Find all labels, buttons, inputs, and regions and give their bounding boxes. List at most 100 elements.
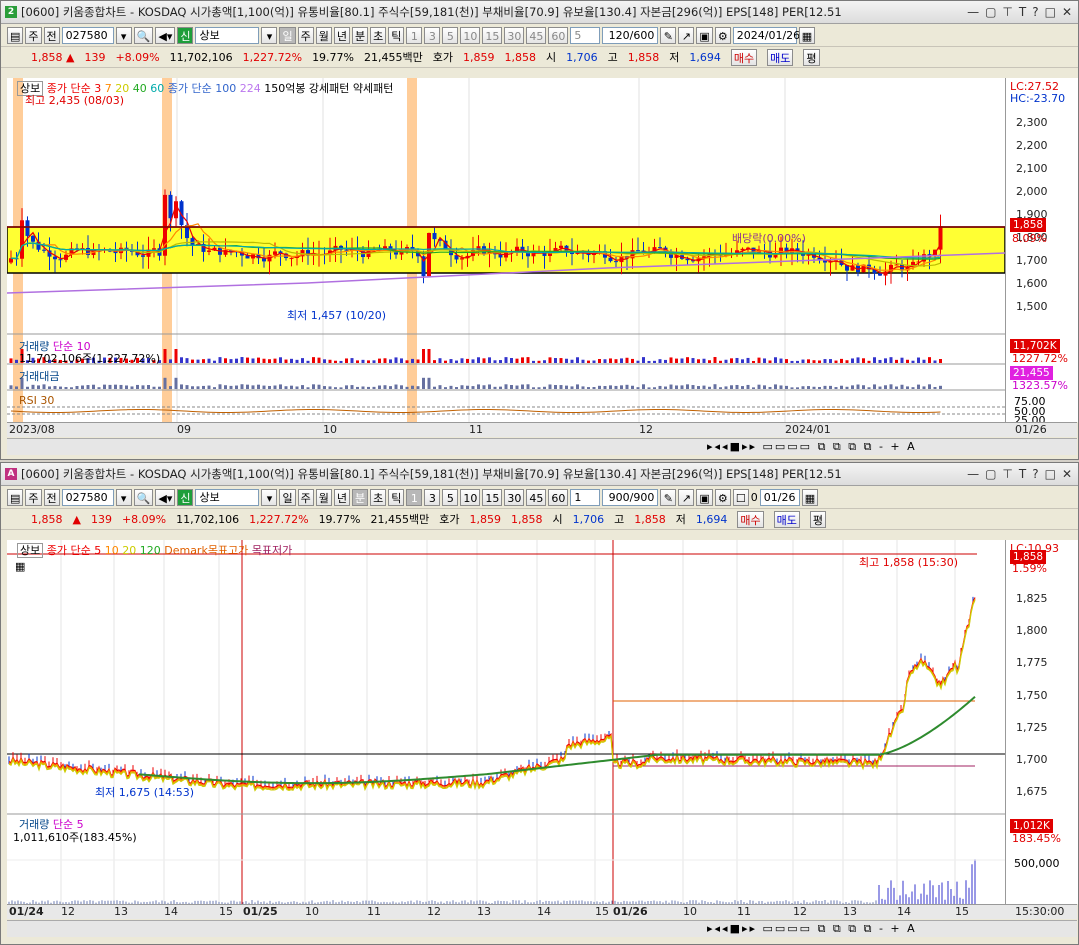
font-icon[interactable]: T (1019, 5, 1026, 19)
tools-icon[interactable]: ✎ (660, 26, 677, 44)
interval-30[interactable]: 30 (504, 488, 525, 506)
settings-icon[interactable]: ⚙ (714, 26, 731, 44)
interval-15[interactable]: 15 (482, 488, 503, 506)
period-year[interactable]: 년 (333, 488, 350, 506)
interval-60[interactable]: 60 (548, 26, 569, 44)
font-icon[interactable]: T (1019, 467, 1026, 481)
interval-10[interactable]: 10 (460, 488, 481, 506)
tools-icon[interactable]: ✎ (660, 488, 677, 506)
period-year[interactable]: 년 (333, 26, 350, 44)
restore-icon[interactable]: ▢ (985, 467, 996, 481)
option-checkbox[interactable]: ☐ (732, 488, 749, 506)
interval-input[interactable]: 5 (570, 26, 601, 44)
maximize-icon[interactable]: □ (1045, 467, 1056, 481)
stock-name-field[interactable]: 상보 (195, 488, 260, 506)
count-input[interactable]: 900/900 (602, 488, 659, 506)
interval-3[interactable]: 3 (424, 488, 441, 506)
pin-icon[interactable]: ⊤ (1002, 467, 1012, 481)
period-week[interactable]: 주 (297, 488, 314, 506)
stock-name-field[interactable]: 상보 (195, 26, 260, 44)
period-day[interactable]: 일 (279, 488, 296, 506)
line-tool-icon[interactable]: ↗ (678, 26, 695, 44)
period-second[interactable]: 초 (370, 26, 387, 44)
search-icon[interactable]: 🔍 (133, 26, 154, 44)
interval-3[interactable]: 3 (424, 26, 441, 44)
buy-button[interactable]: 매수 (730, 48, 758, 66)
name-dropdown-icon[interactable]: ▾ (261, 488, 278, 506)
chart-menu-icon[interactable]: ▤ (7, 26, 24, 44)
code-dropdown-icon[interactable]: ▾ (115, 488, 132, 506)
prev-button[interactable]: 전 (43, 488, 60, 506)
price-chart-area[interactable]: 상보 종가 단순 3 7 20 40 60 종가 단순 100 224 150억… (7, 78, 1005, 422)
price-chart-area[interactable]: 상보 종가 단순 5 10 20 120 Demark목표고가 목표저가 ▦ 최… (7, 540, 1005, 904)
date-input[interactable]: 2024/01/26 (732, 26, 800, 44)
minimize-icon[interactable]: — (967, 5, 979, 19)
sound-icon[interactable]: ◀▾ (155, 26, 176, 44)
period-second[interactable]: 초 (370, 488, 387, 506)
interval-45[interactable]: 45 (526, 26, 547, 44)
search-icon[interactable]: 🔍 (133, 488, 154, 506)
chart-scrollbar[interactable]: ▸◂◂■▸▸ ▭▭▭▭ ⧉ ⧉ ⧉ ⧉ - + A (7, 920, 1077, 937)
table-icon[interactable]: ▦ (15, 560, 25, 573)
interval-input[interactable]: 1 (570, 488, 601, 506)
interval-30[interactable]: 30 (504, 26, 525, 44)
help-icon[interactable]: ? (1032, 5, 1038, 19)
calendar-icon[interactable]: ▦ (798, 26, 816, 44)
maximize-icon[interactable]: □ (1045, 5, 1056, 19)
save-icon[interactable]: ▣ (696, 26, 713, 44)
sound-icon[interactable]: ◀▾ (155, 488, 176, 506)
period-month[interactable]: 월 (315, 488, 332, 506)
volume-bar (532, 360, 535, 363)
close-icon[interactable]: ✕ (1062, 5, 1072, 19)
calendar-icon[interactable]: ▦ (801, 488, 819, 506)
help-icon[interactable]: ? (1032, 467, 1038, 481)
mode-button[interactable]: 주 (25, 488, 42, 506)
pin-icon[interactable]: ⊤ (1002, 5, 1012, 19)
avg-button[interactable]: 평 (803, 48, 820, 66)
name-dropdown-icon[interactable]: ▾ (261, 26, 278, 44)
sell-button[interactable]: 매도 (773, 510, 800, 528)
interval-15[interactable]: 15 (482, 26, 503, 44)
close-icon[interactable]: ✕ (1062, 467, 1072, 481)
interval-5[interactable]: 5 (442, 488, 459, 506)
stock-code-input[interactable]: 027580 (61, 488, 114, 506)
buy-button[interactable]: 매수 (737, 510, 764, 528)
amount-bar (416, 386, 420, 389)
restore-icon[interactable]: ▢ (985, 5, 996, 19)
minute-candle-chart[interactable] (7, 540, 1005, 904)
count-input[interactable]: 120/600 (602, 26, 659, 44)
scroll-controls[interactable]: ▸◂◂■▸▸ ▭▭▭▭ ⧉ ⧉ ⧉ ⧉ - + A (707, 440, 917, 454)
line-tool-icon[interactable]: ↗ (678, 488, 695, 506)
interval-60[interactable]: 60 (548, 488, 569, 506)
interval-10[interactable]: 10 (460, 26, 481, 44)
minimize-icon[interactable]: — (967, 467, 979, 481)
prev-button[interactable]: 전 (43, 26, 60, 44)
avg-button[interactable]: 평 (809, 510, 826, 528)
period-day[interactable]: 일 (279, 26, 296, 44)
save-icon[interactable]: ▣ (696, 488, 713, 506)
scroll-controls[interactable]: ▸◂◂■▸▸ ▭▭▭▭ ⧉ ⧉ ⧉ ⧉ - + A (707, 922, 917, 936)
low-annotation: 최저 1,675 (14:53) (95, 786, 195, 799)
chart-menu-icon[interactable]: ▤ (7, 488, 24, 506)
period-minute[interactable]: 분 (351, 26, 369, 44)
sell-button[interactable]: 매도 (767, 48, 794, 66)
code-dropdown-icon[interactable]: ▾ (115, 26, 132, 44)
period-minute[interactable]: 분 (351, 488, 369, 506)
interval-45[interactable]: 45 (526, 488, 547, 506)
daily-candle-chart[interactable] (7, 78, 1005, 422)
period-week[interactable]: 주 (297, 26, 314, 44)
volume-bar (702, 358, 706, 363)
interval-5[interactable]: 5 (442, 26, 459, 44)
stock-code-input[interactable]: 027580 (61, 26, 114, 44)
volume-bar (9, 358, 13, 363)
settings-icon[interactable]: ⚙ (714, 488, 731, 506)
date-input[interactable]: 01/26 (759, 488, 800, 506)
mode-button[interactable]: 주 (25, 26, 42, 44)
interval-1[interactable]: 1 (406, 26, 423, 44)
period-tick[interactable]: 틱 (388, 26, 405, 44)
chart-scrollbar[interactable]: ▸◂◂■▸▸ ▭▭▭▭ ⧉ ⧉ ⧉ ⧉ - + A (7, 438, 1077, 455)
interval-1[interactable]: 1 (406, 488, 423, 506)
period-month[interactable]: 월 (315, 26, 332, 44)
period-tick[interactable]: 틱 (388, 488, 405, 506)
amount-bar (262, 385, 266, 389)
